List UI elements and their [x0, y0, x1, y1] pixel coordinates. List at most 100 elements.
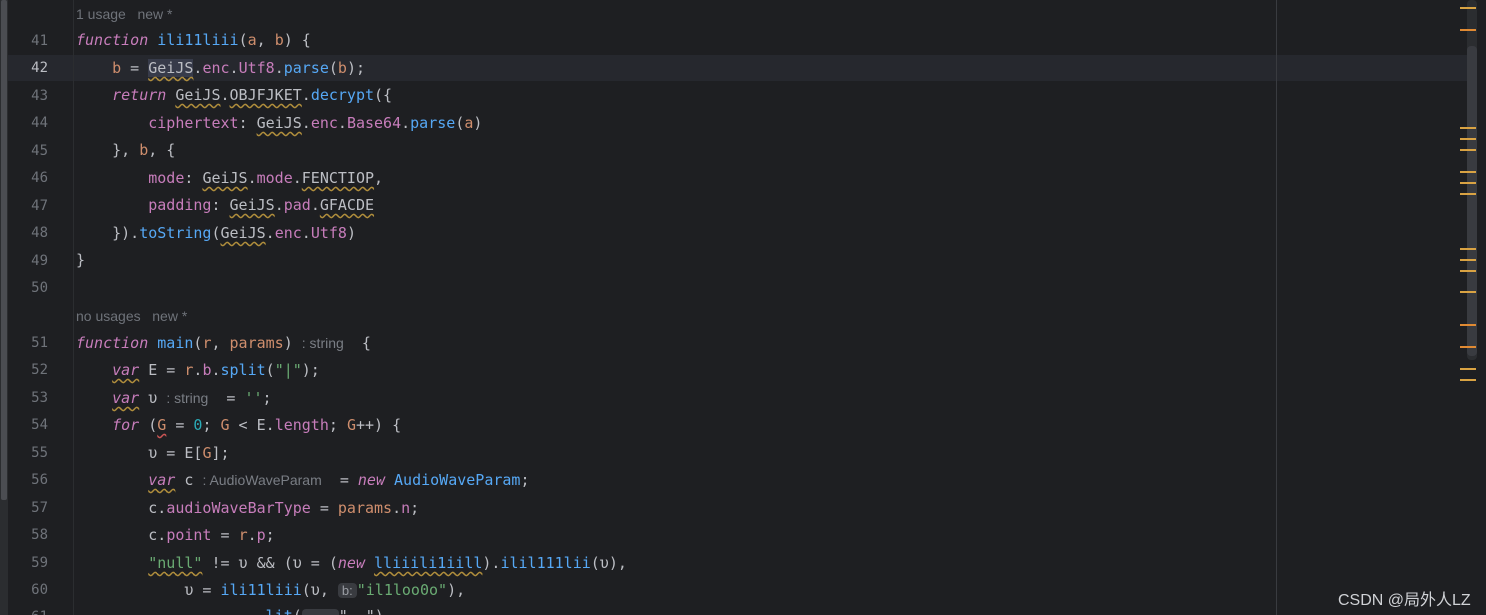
function-call-ili[interactable]: ili11liii — [221, 581, 302, 599]
string-literal: "null" — [148, 554, 203, 572]
warning-marker[interactable] — [1460, 291, 1476, 293]
warning-marker[interactable] — [1460, 368, 1476, 370]
line-number-50: 50 — [31, 280, 48, 296]
member-pad: pad — [283, 196, 311, 214]
warning-marker[interactable] — [1460, 127, 1476, 129]
usage-hint-ili[interactable]: 1 usage new * — [76, 5, 173, 23]
number-literal: 0 — [193, 416, 203, 434]
keyword-function: function — [76, 31, 149, 49]
inlay-param-hint: b: — [337, 583, 357, 598]
warning-marker[interactable] — [1460, 270, 1476, 272]
ident-geijs[interactable]: GeiJS — [257, 114, 302, 132]
ident-geijs[interactable]: GeiJS — [175, 86, 220, 104]
warning-marker[interactable] — [1460, 379, 1476, 381]
line-number-46: 46 — [31, 170, 48, 186]
code-editor[interactable]: 41 42 43 44 45 46 47 48 49 50 51 52 53 5… — [0, 0, 1486, 615]
code-line-61[interactable]: .lit( ", ") — [76, 606, 384, 615]
code-line-47[interactable]: padding: GeiJS.pad.GFACDE — [76, 195, 374, 215]
code-line-58[interactable]: c.point = r.p; — [76, 525, 274, 545]
code-line-59[interactable]: "null" != υ && (υ = (new lliiili1iill).i… — [76, 553, 627, 573]
code-line-45[interactable]: }, b, { — [76, 140, 175, 160]
line-number-44: 44 — [31, 115, 48, 131]
code-line-44[interactable]: ciphertext: GeiJS.enc.Base64.parse(a) — [76, 113, 482, 133]
function-name[interactable]: ili11liii — [157, 31, 238, 49]
left-scroll-thumb[interactable] — [1, 0, 7, 500]
keyword-var: var — [148, 471, 176, 489]
member-mode: mode — [256, 169, 293, 187]
code-line-41[interactable]: function ili11liii(a, b) { — [76, 30, 311, 50]
right-margin-guide — [1276, 0, 1277, 615]
member-enc: enc — [274, 224, 302, 242]
code-line-55[interactable]: υ = E[G]; — [76, 443, 229, 463]
ident-geijs[interactable]: GeiJS — [230, 196, 275, 214]
code-line-57[interactable]: c.audioWaveBarType = params.n; — [76, 498, 419, 518]
function-name-main[interactable]: main — [157, 334, 193, 352]
code-line-46[interactable]: mode: GeiJS.mode.FENCTIOP, — [76, 168, 383, 188]
warning-marker[interactable] — [1460, 193, 1476, 195]
prop-padding: padding — [148, 196, 212, 214]
code-line-51[interactable]: function main(r, params) : string { — [76, 333, 371, 353]
warning-marker[interactable] — [1460, 7, 1476, 9]
code-line-49[interactable]: } — [76, 250, 85, 270]
inlay-type-hint: : string — [301, 335, 344, 351]
string-literal: "il1loo0o" — [356, 581, 448, 599]
line-number-55: 55 — [31, 445, 48, 461]
warning-marker[interactable] — [1460, 149, 1476, 151]
keyword-new: new — [337, 554, 365, 572]
warning-marker[interactable] — [1460, 346, 1476, 348]
line-number-60: 60 — [31, 582, 48, 598]
line-number-53: 53 — [31, 390, 48, 406]
keyword-var: var — [112, 361, 140, 379]
usage-hint-main[interactable]: no usages new * — [76, 307, 187, 325]
string-literal: '' — [244, 389, 263, 407]
code-line-43[interactable]: return GeiJS.OBJFJKET.decrypt({ — [76, 85, 392, 105]
prop-ciphertext: ciphertext — [148, 114, 239, 132]
code-line-54[interactable]: for (G = 0; G < E.length; G++) { — [76, 415, 401, 435]
vertical-scrollbar-thumb[interactable] — [1467, 46, 1477, 356]
method-tostring: toString — [139, 224, 212, 242]
line-number-54: 54 — [31, 417, 48, 433]
member-point: point — [166, 526, 212, 544]
code-line-52[interactable]: var E = r.b.split("|"); — [76, 360, 320, 380]
method-ilil111lii: ilil111lii — [500, 554, 591, 572]
string-literal: "|" — [274, 361, 302, 379]
line-number-48: 48 — [31, 225, 48, 241]
member-enc: enc — [310, 114, 338, 132]
ident-geijs[interactable]: GeiJS — [221, 224, 266, 242]
member-fenctiop: FENCTIOP — [301, 169, 375, 187]
member-audiowavebartype: audioWaveBarType — [166, 499, 311, 517]
line-number-56: 56 — [31, 472, 48, 488]
member-utf8: Utf8 — [310, 224, 347, 242]
warning-marker[interactable] — [1460, 182, 1476, 184]
keyword-return: return — [112, 86, 167, 104]
line-number-49: 49 — [31, 253, 48, 269]
line-number-59: 59 — [31, 555, 48, 571]
left-scroll-strip[interactable] — [0, 0, 8, 615]
warning-marker[interactable] — [1460, 138, 1476, 140]
warning-marker[interactable] — [1460, 259, 1476, 261]
warning-marker[interactable] — [1460, 171, 1476, 173]
line-number-41: 41 — [31, 33, 48, 49]
warning-marker[interactable] — [1460, 324, 1476, 326]
member-objfjket: OBJFJKET — [229, 86, 302, 104]
warning-marker[interactable] — [1460, 248, 1476, 250]
line-number-43: 43 — [31, 88, 48, 104]
warning-marker[interactable] — [1460, 29, 1476, 31]
line-number-42: 42 — [31, 60, 48, 76]
member-length: length — [274, 416, 329, 434]
inlay-type-hint: : AudioWaveParam — [202, 472, 322, 488]
member-enc: enc — [202, 59, 230, 77]
code-line-42[interactable]: b = GeiJS.enc.Utf8.parse(b); — [76, 58, 365, 78]
method-split: split — [220, 361, 266, 379]
code-line-60[interactable]: υ = ili11liii(υ, b: "il1loo0o"), — [76, 580, 465, 600]
ident-geijs[interactable]: GeiJS — [148, 59, 194, 77]
code-line-56[interactable]: var c : AudioWaveParam = new AudioWavePa… — [76, 470, 529, 490]
code-line-53[interactable]: var υ : string = ''; — [76, 388, 271, 408]
line-number-58: 58 — [31, 527, 48, 543]
class-audiowaveparam[interactable]: AudioWaveParam — [394, 471, 520, 489]
member-utf8: Utf8 — [238, 59, 275, 77]
ident-geijs[interactable]: GeiJS — [202, 169, 247, 187]
member-base64: Base64 — [346, 114, 402, 132]
class-lliiilillill[interactable]: lliiili1iill — [374, 554, 482, 572]
code-line-48[interactable]: }).toString(GeiJS.enc.Utf8) — [76, 223, 356, 243]
